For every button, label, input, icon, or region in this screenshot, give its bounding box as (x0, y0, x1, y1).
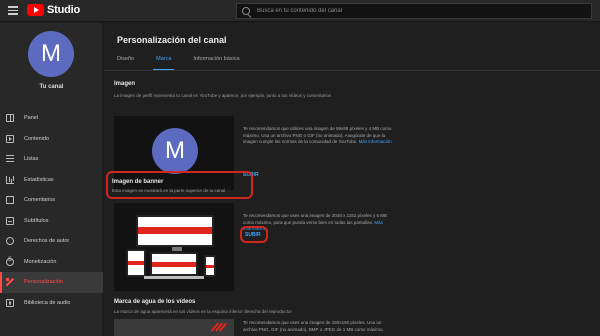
image-section-title: Imagen (114, 81, 136, 87)
watermark-section-title: Marca de agua de los vídeos (114, 299, 196, 305)
sidebar-item-subtitles[interactable]: Subtítulos (0, 211, 103, 232)
sidebar-item-comments[interactable]: Comentarios (0, 190, 103, 211)
channel-label[interactable]: Tu canal (0, 84, 103, 90)
sidebar-item-label: Derechos de autor (24, 238, 70, 245)
laptop-base (144, 276, 204, 279)
banner-title-highlight (106, 171, 253, 199)
phone-illustration (204, 255, 216, 277)
comments-icon (6, 196, 14, 205)
top-bar: Studio (0, 0, 600, 22)
banner-help-body: Te recomendamos que uses una imagen de 2… (243, 213, 388, 225)
tab-basic-info[interactable]: Información básica (193, 56, 239, 70)
youtube-logo-icon (27, 4, 44, 16)
tab-bar: Diseño Marca Información básica (117, 56, 262, 70)
image-more-info-link[interactable]: Más información (359, 139, 392, 144)
copyright-icon (6, 237, 14, 246)
page-title: Personalización del canal (117, 35, 227, 45)
sidebar-nav: Panel Contenido Listas Estadísticas Come… (0, 108, 103, 313)
sidebar-item-label: Estadísticas (24, 176, 54, 183)
active-indicator (0, 272, 2, 293)
watermark-preview (114, 319, 234, 336)
banner-upload-button[interactable]: SUBIR (245, 232, 261, 238)
sidebar-item-customization[interactable]: Personalización (0, 272, 103, 293)
sidebar-item-label: Subtítulos (24, 217, 49, 224)
studio-logo[interactable]: Studio (27, 4, 80, 16)
laptop-illustration (150, 252, 198, 276)
subtitles-icon (6, 216, 14, 225)
logo-text: Studio (47, 4, 81, 16)
tv-illustration (136, 215, 214, 251)
sidebar-item-label: Comentarios (24, 197, 56, 204)
sidebar-item-copyright[interactable]: Derechos de autor (0, 231, 103, 252)
content-icon (6, 134, 14, 143)
sidebar-item-playlists[interactable]: Listas (0, 149, 103, 170)
search-box[interactable] (236, 3, 592, 19)
watermark-section-description: La marca de agua aparecerá en tus vídeos… (114, 309, 292, 314)
sidebar-item-label: Monetización (24, 258, 57, 265)
audio-library-icon (6, 298, 14, 307)
profile-avatar: M (152, 128, 198, 174)
image-section-description: La imagen de perfil representa tu canal … (114, 93, 332, 98)
playlists-icon (6, 155, 14, 163)
customization-icon (6, 278, 14, 286)
sidebar: M Tu canal Panel Contenido Listas Estadí… (0, 23, 103, 336)
monetization-icon (6, 257, 14, 266)
main-content: Personalización del canal Diseño Marca I… (104, 23, 600, 336)
tab-branding[interactable]: Marca (153, 56, 175, 70)
watermark-icon (211, 322, 227, 336)
tab-layout[interactable]: Diseño (117, 56, 134, 70)
analytics-icon (6, 175, 14, 184)
tab-divider (104, 70, 600, 71)
banner-preview (114, 203, 234, 291)
sidebar-item-label: Contenido (24, 135, 50, 142)
sidebar-item-content[interactable]: Contenido (0, 129, 103, 150)
sidebar-item-analytics[interactable]: Estadísticas (0, 170, 103, 191)
sidebar-item-label: Listas (24, 156, 39, 163)
sidebar-item-label: Personalización (24, 279, 63, 286)
tablet-illustration (126, 249, 146, 277)
sidebar-item-dashboard[interactable]: Panel (0, 108, 103, 129)
menu-icon[interactable] (8, 6, 18, 15)
banner-section-title: Imagen de banner (112, 179, 164, 185)
sidebar-item-audio-library[interactable]: Biblioteca de audio (0, 293, 103, 314)
sidebar-item-label: Panel (24, 115, 39, 122)
sidebar-item-label: Biblioteca de audio (24, 299, 71, 306)
search-input[interactable] (257, 4, 577, 18)
search-icon[interactable] (242, 7, 250, 15)
channel-avatar[interactable]: M (28, 31, 74, 77)
banner-section-description: Esta imagen se mostrará en la parte supe… (112, 188, 226, 193)
watermark-help-text: Te recomendamos que uses una imagen de 1… (243, 320, 384, 332)
dashboard-icon (6, 114, 14, 123)
image-help-text: Te recomendamos que utilices una imagen … (243, 126, 393, 146)
sidebar-item-monetization[interactable]: Monetización (0, 252, 103, 273)
